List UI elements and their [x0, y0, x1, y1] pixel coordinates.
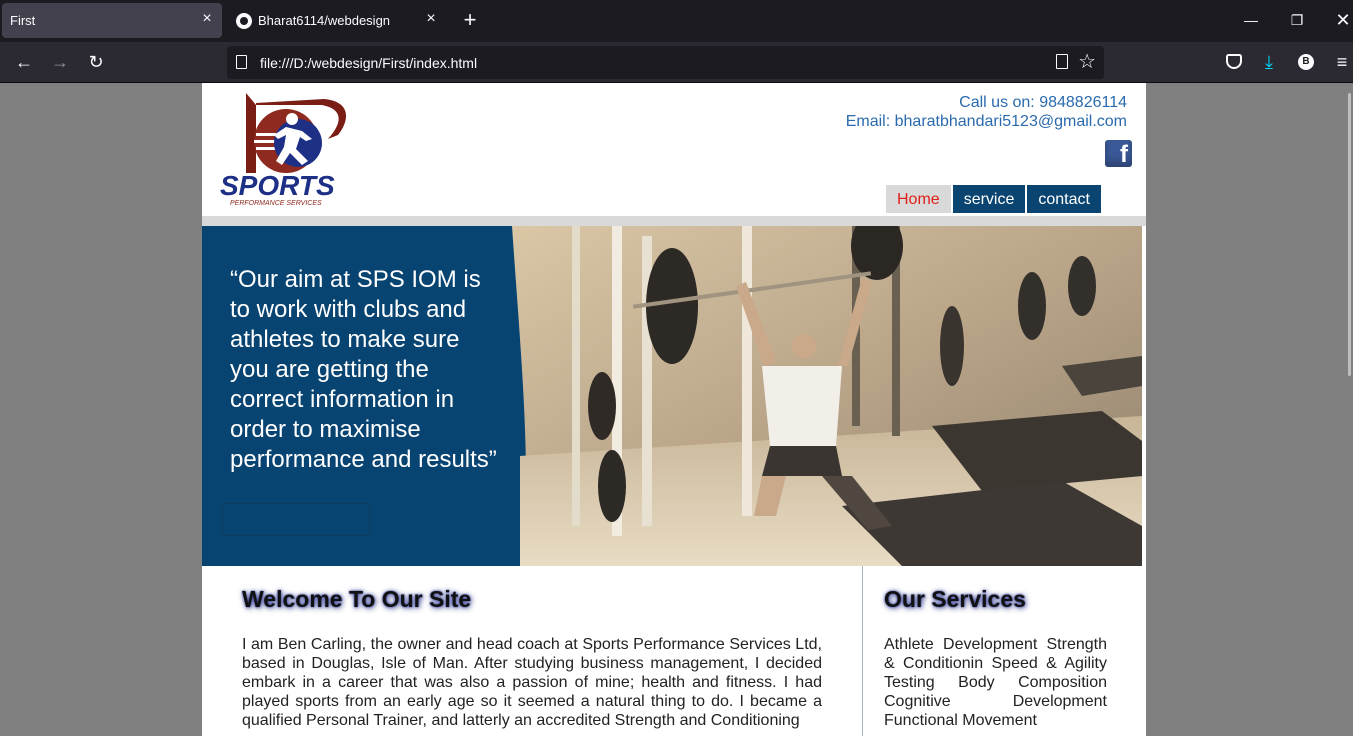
scrollbar-thumb[interactable] — [1348, 93, 1351, 376]
download-icon[interactable]: ⤓ — [1258, 51, 1280, 73]
tab-title: Bharat6114/webdesign — [258, 13, 391, 28]
close-tab-icon[interactable]: × — [200, 11, 214, 27]
nav-bar: ← → ↻ file:///D:/webdesign/First/index.h… — [0, 42, 1353, 83]
minimize-icon[interactable]: — — [1239, 8, 1263, 32]
menu-item-service[interactable]: service — [952, 185, 1026, 213]
welcome-text: I am Ben Carling, the owner and head coa… — [242, 636, 822, 729]
tab-first[interactable]: First × — [2, 3, 222, 38]
page-scrollbar[interactable] — [1345, 83, 1353, 736]
email-text: Email: bharatbhandari5123@gmail.com — [845, 113, 1127, 130]
url-bar[interactable]: file:///D:/webdesign/First/index.html ☆ — [227, 46, 1104, 79]
facebook-icon[interactable]: f — [1105, 140, 1132, 167]
bookmark-star-icon[interactable]: ☆ — [1078, 50, 1096, 74]
services-sidebar: Our Services Athlete Development Strengt… — [862, 566, 1146, 736]
back-icon[interactable]: ← — [12, 50, 36, 74]
tab-bar: First × Bharat6114/webdesign × + — ❐ ✕ — [0, 0, 1353, 42]
logo-subtext: PERFORMANCE SERVICES — [230, 200, 322, 207]
reader-view-icon[interactable] — [1056, 54, 1068, 69]
close-window-icon[interactable]: ✕ — [1331, 8, 1353, 32]
close-tab-icon[interactable]: × — [424, 11, 438, 27]
welcome-section: Welcome To Our Site I am Ben Carling, th… — [242, 586, 822, 730]
github-icon — [236, 12, 252, 29]
forward-icon[interactable]: → — [48, 50, 72, 74]
tab-github[interactable]: Bharat6114/webdesign × — [226, 3, 446, 38]
header-divider — [202, 216, 1146, 226]
phone-text: Call us on: 9848826114 — [959, 94, 1127, 111]
pocket-icon[interactable] — [1226, 54, 1242, 69]
sports-logo[interactable]: SPORTS PERFORMANCE SERVICES — [216, 91, 362, 209]
page-icon — [236, 55, 247, 69]
url-text[interactable]: file:///D:/webdesign/First/index.html — [260, 55, 477, 71]
logo-text: SPORTS — [220, 170, 335, 201]
menu-item-home[interactable]: Home — [886, 185, 951, 213]
services-text: Athlete Development Strength & Condition… — [884, 636, 1107, 729]
hero-banner: “Our aim at SPS IOM is to work with club… — [202, 226, 1142, 566]
tab-title: First — [10, 13, 36, 28]
menu-item-contact[interactable]: contact — [1027, 185, 1101, 213]
contact-info: Call us on: 9848826114 Email: bharatbhan… — [846, 93, 1127, 131]
welcome-heading: Welcome To Our Site — [242, 586, 472, 612]
services-heading: Our Services — [884, 586, 1026, 612]
restore-icon[interactable]: ❐ — [1285, 8, 1309, 32]
banner-button[interactable] — [222, 503, 370, 536]
main-menu: Home service contact — [886, 185, 1103, 213]
banner-quote: “Our aim at SPS IOM is to work with club… — [230, 266, 497, 473]
page-viewport: SPORTS PERFORMANCE SERVICES Call us on: … — [0, 83, 1353, 736]
site-container: SPORTS PERFORMANCE SERVICES Call us on: … — [202, 83, 1146, 736]
menu-icon[interactable]: ≡ — [1331, 51, 1353, 73]
account-avatar-icon[interactable]: B — [1298, 54, 1314, 70]
new-tab-button[interactable]: + — [458, 8, 482, 32]
reload-icon[interactable]: ↻ — [84, 50, 108, 74]
